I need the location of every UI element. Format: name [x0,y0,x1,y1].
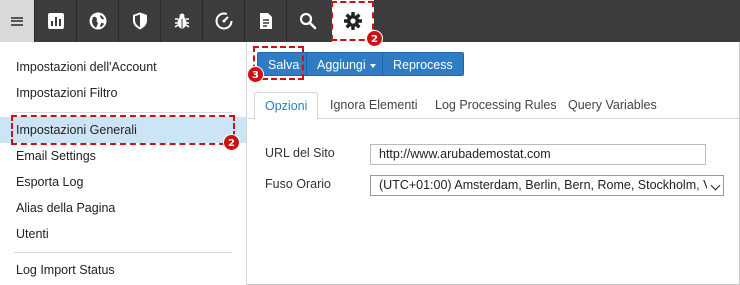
shield-icon[interactable] [118,0,160,42]
step-marker-save: 3 [247,66,264,83]
general-settings-callout-box [11,115,235,145]
settings-sidebar: Impostazioni dell'Account Impostazioni F… [0,42,247,285]
sidebar-divider [14,112,232,113]
sidebar-item-log-import-status[interactable]: Log Import Status [0,257,246,283]
sidebar-item-filter-settings[interactable]: Impostazioni Filtro [0,80,246,106]
sidebar-item-account-settings[interactable]: Impostazioni dell'Account [0,54,246,80]
tab-query-variables[interactable]: Query Variables [558,92,667,119]
bug-icon[interactable] [160,0,202,42]
add-dropdown-button[interactable]: Aggiungi [306,52,387,76]
tab-ignore-elements[interactable]: Ignora Elementi [320,92,428,119]
timezone-select[interactable]: (UTC+01:00) Amsterdam, Berlin, Bern, Rom… [370,175,724,196]
globe-icon[interactable] [76,0,118,42]
speedometer-icon[interactable] [202,0,244,42]
site-url-input[interactable]: http://www.arubademostat.com [370,144,706,165]
site-url-label: URL del Sito [265,146,335,160]
document-icon[interactable] [244,0,286,42]
sidebar-item-users[interactable]: Utenti [0,221,246,247]
step-marker-gear: 2 [366,30,383,47]
reprocess-button[interactable]: Reprocess [382,52,464,76]
sidebar-item-export-log[interactable]: Esporta Log [0,169,246,195]
sidebar-divider [14,252,232,253]
add-button-label: Aggiungi [317,58,366,72]
caret-down-icon [369,63,376,68]
sidebar-item-page-alias[interactable]: Alias della Pagina [0,195,246,221]
tab-log-processing-rules[interactable]: Log Processing Rules [425,92,567,119]
tab-bar: Opzioni Ignora Elementi Log Processing R… [248,92,739,120]
menu-icon[interactable] [0,0,34,42]
dashboard-icon[interactable] [34,0,76,42]
step-marker-general-settings: 2 [223,134,240,151]
timezone-label: Fuso Orario [265,177,331,191]
main-panel: Salva Aggiungi Reprocess Opzioni Ignora … [248,42,739,284]
search-icon[interactable] [286,0,328,42]
timezone-selected-value: (UTC+01:00) Amsterdam, Berlin, Bern, Rom… [379,178,724,192]
sidebar-item-email-settings[interactable]: Email Settings [0,143,246,169]
tab-options[interactable]: Opzioni [254,92,319,120]
